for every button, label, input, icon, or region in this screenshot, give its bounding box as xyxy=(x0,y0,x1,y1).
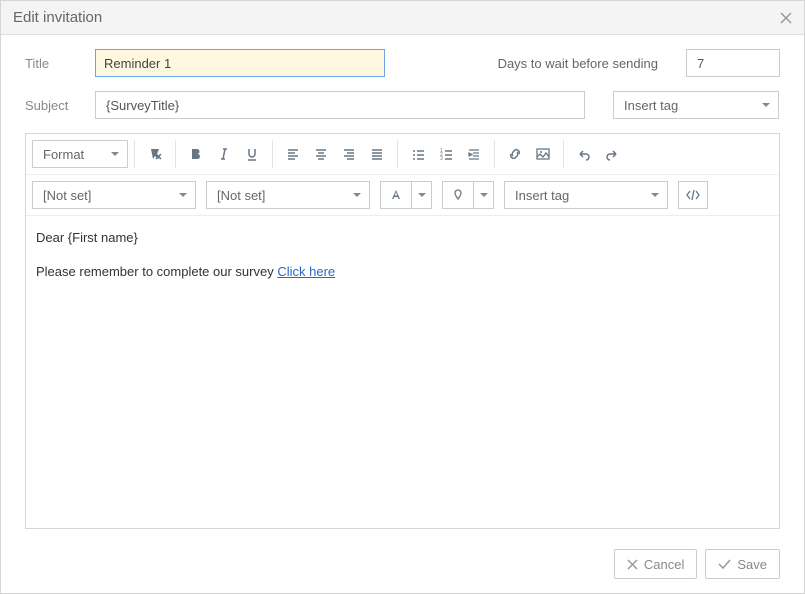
number-list-button[interactable]: 123 xyxy=(432,140,460,168)
align-right-icon xyxy=(342,147,356,161)
clear-format-icon xyxy=(147,146,163,162)
underline-button[interactable] xyxy=(238,140,266,168)
bold-button[interactable] xyxy=(182,140,210,168)
align-center-icon xyxy=(314,147,328,161)
chevron-down-icon xyxy=(651,193,659,197)
toolbar-row-2: [Not set] [Not set] xyxy=(26,175,779,216)
redo-icon xyxy=(604,146,620,162)
italic-button[interactable] xyxy=(210,140,238,168)
indent-button[interactable] xyxy=(460,140,488,168)
code-icon xyxy=(685,188,701,202)
toolbar-row-1: Format xyxy=(26,134,779,175)
undo-button[interactable] xyxy=(570,140,598,168)
chevron-down-icon xyxy=(353,193,361,197)
chevron-down-icon xyxy=(179,193,187,197)
format-label: Format xyxy=(43,147,84,162)
modal-body: Title Days to wait before sending Subjec… xyxy=(1,35,804,539)
close-icon xyxy=(627,559,638,570)
format-dropdown[interactable]: Format xyxy=(32,140,128,168)
italic-icon xyxy=(217,147,231,161)
days-label: Days to wait before sending xyxy=(498,56,658,71)
subject-row: Subject Insert tag xyxy=(25,91,780,119)
editor-body-prefix: Please remember to complete our survey xyxy=(36,264,277,279)
align-left-icon xyxy=(286,147,300,161)
insert-tag-label: Insert tag xyxy=(624,98,678,113)
bold-icon xyxy=(189,147,203,161)
underline-icon xyxy=(245,147,259,161)
align-left-button[interactable] xyxy=(279,140,307,168)
days-input[interactable] xyxy=(686,49,780,77)
highlight-icon xyxy=(451,188,465,202)
font-family-value: [Not set] xyxy=(43,188,91,203)
indent-icon xyxy=(467,147,481,161)
bullet-list-button[interactable] xyxy=(404,140,432,168)
close-button[interactable] xyxy=(780,12,792,24)
align-justify-button[interactable] xyxy=(363,140,391,168)
chevron-down-icon xyxy=(418,193,426,197)
link-icon xyxy=(507,146,523,162)
highlight-button[interactable] xyxy=(442,181,474,209)
chevron-down-icon xyxy=(480,193,488,197)
align-center-button[interactable] xyxy=(307,140,335,168)
insert-tag-dropdown[interactable]: Insert tag xyxy=(613,91,779,119)
editor-content[interactable]: Dear {First name} Please remember to com… xyxy=(26,216,779,528)
title-label: Title xyxy=(25,56,95,71)
font-size-value: [Not set] xyxy=(217,188,265,203)
bullet-list-icon xyxy=(411,147,425,161)
align-right-button[interactable] xyxy=(335,140,363,168)
modal-header: Edit invitation xyxy=(1,1,804,35)
edit-invitation-modal: Edit invitation Title Days to wait befor… xyxy=(0,0,805,594)
link-button[interactable] xyxy=(501,140,529,168)
undo-icon xyxy=(576,146,592,162)
cancel-label: Cancel xyxy=(644,557,684,572)
editor-greeting: Dear {First name} xyxy=(36,230,138,245)
subject-label: Subject xyxy=(25,98,95,113)
chevron-down-icon xyxy=(762,103,770,107)
check-icon xyxy=(718,559,731,570)
editor-insert-tag-dropdown[interactable]: Insert tag xyxy=(504,181,668,209)
clear-format-button[interactable] xyxy=(141,140,169,168)
text-color-button[interactable] xyxy=(380,181,412,209)
editor-insert-tag-label: Insert tag xyxy=(515,188,569,203)
editor-container: Format xyxy=(25,133,780,529)
svg-text:3: 3 xyxy=(440,156,443,161)
align-justify-icon xyxy=(370,147,384,161)
font-family-dropdown[interactable]: [Not set] xyxy=(32,181,196,209)
title-input[interactable] xyxy=(95,49,385,77)
subject-input[interactable] xyxy=(95,91,585,119)
modal-title: Edit invitation xyxy=(13,9,102,26)
close-icon xyxy=(780,12,792,24)
text-color-caret[interactable] xyxy=(412,181,432,209)
save-button[interactable]: Save xyxy=(705,549,780,579)
image-icon xyxy=(535,146,551,162)
redo-button[interactable] xyxy=(598,140,626,168)
modal-footer: Cancel Save xyxy=(1,539,804,593)
source-view-button[interactable] xyxy=(678,181,708,209)
title-row: Title Days to wait before sending xyxy=(25,49,780,77)
number-list-icon: 123 xyxy=(439,147,453,161)
text-color-icon xyxy=(389,188,403,202)
font-size-dropdown[interactable]: [Not set] xyxy=(206,181,370,209)
highlight-caret[interactable] xyxy=(474,181,494,209)
image-button[interactable] xyxy=(529,140,557,168)
save-label: Save xyxy=(737,557,767,572)
chevron-down-icon xyxy=(111,152,119,156)
editor-link[interactable]: Click here xyxy=(277,264,335,279)
cancel-button[interactable]: Cancel xyxy=(614,549,697,579)
